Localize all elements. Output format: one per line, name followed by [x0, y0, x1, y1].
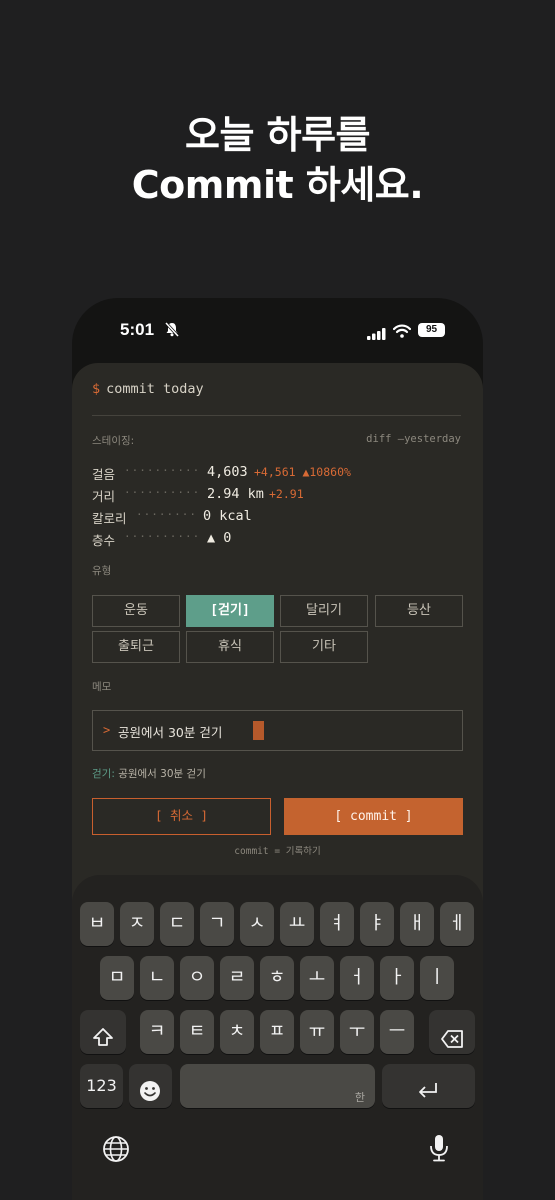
cellular-signal-icon [367, 325, 386, 344]
cancel-button[interactable]: [ 취소 ] [92, 798, 271, 835]
commit-hint: commit = 기록하기 [234, 846, 321, 857]
keyboard: ㅂ ㅈ ㄷ ㄱ ㅅ ㅛ ㅕ ㅑ ㅐ ㅔ ㅁ ㄴ ㅇ ㄹ ㅎ ㅗ ㅓ ㅏ ㅣ ㅋ … [72, 875, 483, 1200]
type-chip-commute[interactable]: 출퇴근 [92, 631, 180, 663]
stat-row-calories: 칼로리 ········ 0 kcal [92, 508, 462, 528]
key-ch[interactable]: ㅊ [220, 1010, 254, 1054]
key-eo[interactable]: ㅓ [340, 956, 374, 1000]
key-j[interactable]: ㅈ [120, 902, 154, 946]
key-ya[interactable]: ㅑ [360, 902, 394, 946]
stat-dots: ·········· [124, 464, 201, 477]
phone-frame: 5:01 95 $ commit today 스테이징: diff —yester… [72, 298, 483, 1200]
type-chip-walking-selected[interactable]: [걷기] [186, 595, 274, 627]
headline-line-1: 오늘 하루를 [184, 113, 371, 157]
key-a[interactable]: ㅏ [380, 956, 414, 1000]
key-h[interactable]: ㅎ [260, 956, 294, 1000]
bell-slash-icon [164, 321, 180, 341]
status-time: 5:01 [120, 320, 155, 339]
key-p[interactable]: ㅍ [260, 1010, 294, 1054]
memo-input[interactable]: > 공원에서 30분 걷기 [92, 710, 463, 751]
stat-row-floors: 층수 ·········· ▲ 0 [92, 530, 462, 550]
stat-dots: ········ [136, 508, 197, 521]
microphone-icon[interactable] [429, 1133, 449, 1167]
stat-key: 거리 [92, 489, 116, 504]
return-key[interactable] [382, 1064, 475, 1108]
preview-tag: 걷기: [92, 768, 115, 780]
type-label: 유형 [92, 565, 112, 577]
memo-label: 메모 [92, 681, 112, 693]
stat-key: 층수 [92, 533, 116, 548]
text-cursor [253, 721, 264, 740]
space-bar[interactable]: 한 [180, 1064, 375, 1108]
key-ae[interactable]: ㅐ [400, 902, 434, 946]
backspace-key[interactable] [429, 1010, 475, 1054]
wifi-icon [392, 323, 412, 342]
key-u[interactable]: ㅜ [340, 1010, 374, 1054]
command-prompt: $ commit today [92, 381, 204, 397]
backspace-icon [440, 1022, 464, 1066]
command-text: commit today [106, 381, 204, 397]
emoji-key[interactable] [129, 1064, 172, 1108]
key-e[interactable]: ㅔ [440, 902, 474, 946]
diff-label: diff —yesterday [366, 433, 461, 445]
preview-text: 공원에서 30분 걷기 [118, 768, 206, 780]
key-ng[interactable]: ㅇ [180, 956, 214, 1000]
headline: 오늘 하루를 Commit 하세요. [0, 110, 555, 210]
shift-icon [92, 1021, 114, 1065]
stat-row-distance: 거리 ·········· 2.94 km +2.91 [92, 486, 462, 506]
key-d[interactable]: ㄷ [160, 902, 194, 946]
key-m[interactable]: ㅁ [100, 956, 134, 1000]
return-icon [416, 1075, 440, 1119]
key-yu[interactable]: ㅠ [300, 1010, 334, 1054]
battery-indicator: 95 [418, 323, 445, 337]
type-chip-hiking[interactable]: 등산 [375, 595, 463, 627]
key-g[interactable]: ㄱ [200, 902, 234, 946]
stat-key: 걸음 [92, 467, 116, 482]
stat-dots: ·········· [124, 530, 201, 543]
key-b[interactable]: ㅂ [80, 902, 114, 946]
stat-value: 2.94 km [207, 486, 264, 502]
memo-prompt: > [103, 723, 111, 737]
type-chip-rest[interactable]: 휴식 [186, 631, 274, 663]
memo-preview: 걷기: 공원에서 30분 걷기 [92, 766, 206, 781]
stat-delta: +2.91 [269, 487, 304, 501]
globe-icon[interactable] [102, 1135, 130, 1167]
staging-label: 스테이징: [92, 435, 135, 447]
numbers-key[interactable]: 123 [80, 1064, 123, 1108]
key-t[interactable]: ㅌ [180, 1010, 214, 1054]
memo-value: 공원에서 30분 걷기 [118, 725, 223, 740]
key-s[interactable]: ㅅ [240, 902, 274, 946]
key-k[interactable]: ㅋ [140, 1010, 174, 1054]
key-o[interactable]: ㅗ [300, 956, 334, 1000]
key-i[interactable]: ㅣ [420, 956, 454, 1000]
key-r[interactable]: ㄹ [220, 956, 254, 1000]
type-chip-other[interactable]: 기타 [280, 631, 368, 663]
key-yo[interactable]: ㅛ [280, 902, 314, 946]
space-lang-label: 한 [354, 1091, 365, 1104]
key-yeo[interactable]: ㅕ [320, 902, 354, 946]
emoji-icon [139, 1075, 161, 1119]
stat-value: 4,603 [207, 464, 248, 480]
shift-key[interactable] [80, 1010, 126, 1054]
status-bar: 5:01 95 [72, 298, 483, 364]
stat-value: 0 kcal [203, 508, 252, 524]
type-chip-running[interactable]: 달리기 [280, 595, 368, 627]
stat-delta: +4,561 ▲10860% [254, 465, 351, 479]
commit-button[interactable]: [ commit ] [284, 798, 463, 835]
divider [92, 415, 461, 416]
headline-line-2: Commit 하세요. [131, 163, 424, 207]
stat-row-steps: 걸음 ·········· 4,603 +4,561 ▲10860% [92, 464, 462, 484]
prompt-symbol: $ [92, 381, 101, 397]
key-eu[interactable]: ㅡ [380, 1010, 414, 1054]
stat-dots: ·········· [124, 486, 201, 499]
stat-key: 칼로리 [92, 511, 127, 526]
stat-value: ▲ 0 [207, 530, 232, 546]
type-chip-exercise[interactable]: 운동 [92, 595, 180, 627]
key-n[interactable]: ㄴ [140, 956, 174, 1000]
